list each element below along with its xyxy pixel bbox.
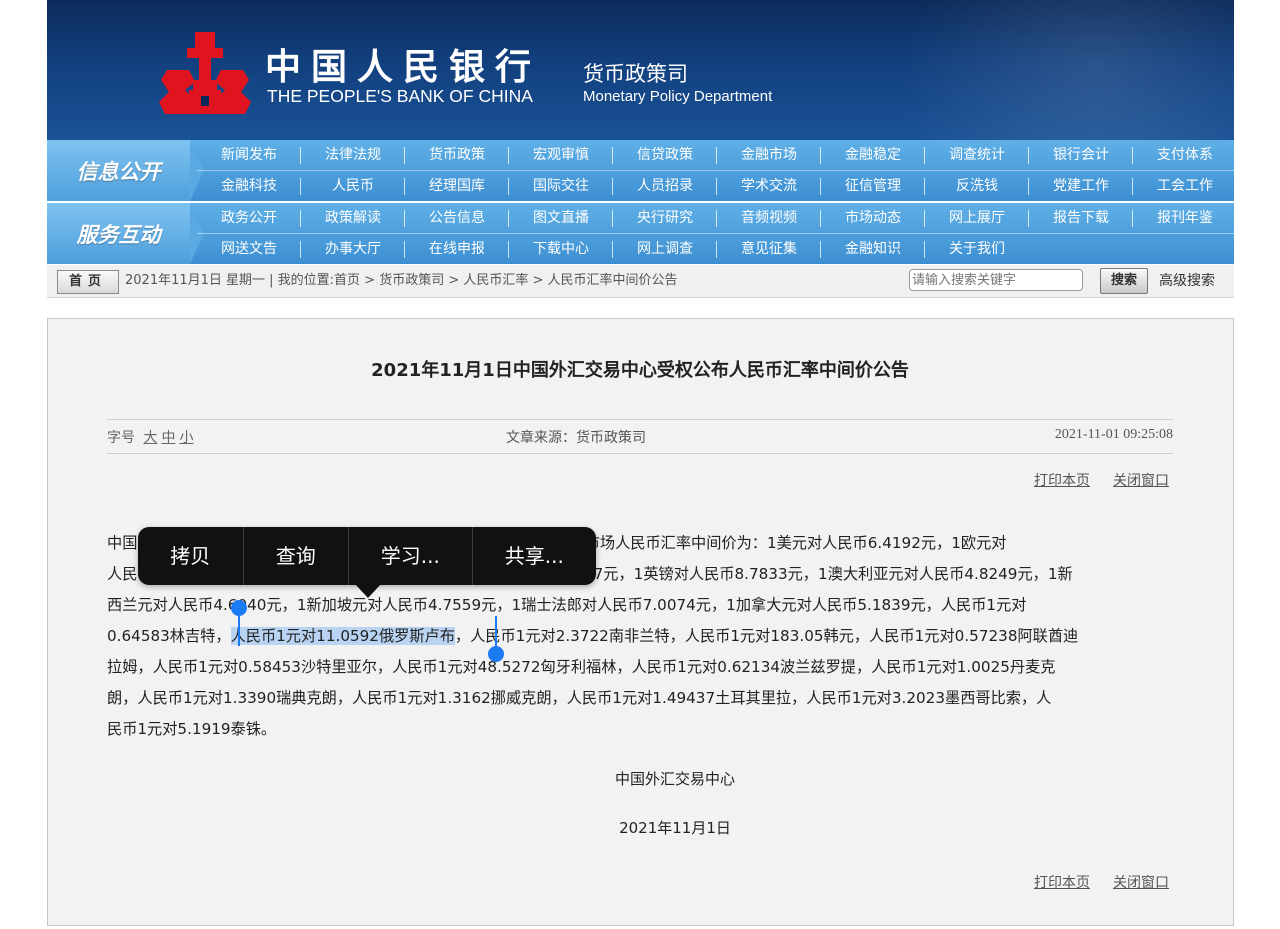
print-page-link[interactable]: 打印本页	[1034, 872, 1090, 892]
article-date: 2021-11-01 09:25:08	[1054, 427, 1173, 442]
department-name-cn: 货币政策司	[583, 62, 688, 86]
home-button[interactable]: 首页	[57, 270, 119, 294]
breadcrumb: 2021年11月1日 星期一 | 我的位置:首页 > 货币政策司 > 人民币汇率…	[125, 273, 678, 288]
nav-item[interactable]: 网送文告	[197, 234, 301, 264]
nav-item[interactable]: 意见征集	[717, 234, 821, 264]
learn-menu-item[interactable]: 学习...	[349, 527, 473, 585]
nav-item[interactable]: 支付体系	[1133, 140, 1237, 170]
body-line: 0.64583林吉特，人民币1元对11.0592俄罗斯卢布，人民币1元对2.37…	[107, 621, 1173, 652]
divider	[107, 453, 1173, 454]
nav-item[interactable]: 国际交往	[509, 171, 613, 201]
bank-name-cn: 中国人民银行	[265, 46, 542, 88]
nav-item[interactable]: 网上展厅	[925, 203, 1029, 233]
selection-end-knob[interactable]	[488, 646, 504, 662]
signature-organization: 中国外汇交易中心	[614, 770, 735, 788]
text-selection-menu: 拷贝 查询 学习... 共享...	[138, 527, 596, 598]
nav-item[interactable]: 金融市场	[717, 140, 821, 170]
nav-item[interactable]: 关于我们	[925, 234, 1029, 264]
nav-item[interactable]: 报告下载	[1029, 203, 1133, 233]
nav-item[interactable]: 法律法规	[301, 140, 405, 170]
selection-start-handle[interactable]	[238, 612, 240, 646]
nav-row: 金融科技 人民币 经理国库 国际交往 人员招录 学术交流 征信管理 反洗钱 党建工作 工会工作	[197, 171, 1237, 201]
header-banner: 中国人民银行 THE PEOPLE'S BANK OF CHINA 货币政策司 …	[47, 0, 1234, 140]
nav-item[interactable]: 金融知识	[821, 234, 925, 264]
search-input[interactable]	[909, 269, 1083, 291]
nav-item[interactable]: 调查统计	[925, 140, 1029, 170]
nav-item[interactable]: 信贷政策	[613, 140, 717, 170]
pboc-logo-icon	[159, 32, 251, 114]
nav-item[interactable]: 宏观审慎	[509, 140, 613, 170]
font-size-control: 字号 大中小	[107, 427, 193, 447]
nav-service-interaction: 服务互动 政务公开 政策解读 公告信息 图文直播 央行研究 音频视频 市场动态 网上展厅 报告下…	[47, 203, 1234, 264]
nav-item[interactable]: 政策解读	[301, 203, 405, 233]
divider	[107, 419, 1173, 420]
close-window-link[interactable]: 关闭窗口	[1113, 872, 1169, 892]
font-size-small[interactable]: 小	[179, 430, 193, 446]
nav-item[interactable]: 经理国库	[405, 171, 509, 201]
signature-date: 2021年11月1日	[619, 819, 731, 837]
selected-text[interactable]: 人民币1元对11.0592俄罗斯卢布	[230, 627, 455, 645]
nav-item[interactable]: 人民币	[301, 171, 405, 201]
nav-item[interactable]: 人员招录	[613, 171, 717, 201]
nav-item[interactable]: 党建工作	[1029, 171, 1133, 201]
nav-item[interactable]: 音频视频	[717, 203, 821, 233]
nav-item[interactable]: 货币政策	[405, 140, 509, 170]
nav-item[interactable]: 办事大厅	[301, 234, 405, 264]
nav-section-title: 服务互动	[47, 203, 204, 264]
search-button[interactable]: 搜索	[1100, 268, 1148, 294]
font-size-medium[interactable]: 中	[161, 430, 175, 446]
nav-item[interactable]: 银行会计	[1029, 140, 1133, 170]
lookup-menu-item[interactable]: 查询	[244, 527, 350, 585]
nav-item[interactable]: 央行研究	[613, 203, 717, 233]
nav-row: 政务公开 政策解读 公告信息 图文直播 央行研究 音频视频 市场动态 网上展厅 报告下载 报刊年鉴	[197, 203, 1237, 233]
close-window-link[interactable]: 关闭窗口	[1113, 470, 1169, 490]
share-menu-item[interactable]: 共享...	[473, 527, 596, 585]
selection-end-handle[interactable]	[495, 616, 497, 650]
nav-item[interactable]: 学术交流	[717, 171, 821, 201]
body-line: 民币1元对5.1919泰铢。	[107, 720, 277, 738]
nav-item[interactable]: 下载中心	[509, 234, 613, 264]
nav-item[interactable]: 报刊年鉴	[1133, 203, 1237, 233]
body-line: 朗，人民币1元对1.3390瑞典克朗，人民币1元对1.3162挪威克朗，人民币1…	[107, 689, 1052, 707]
nav-item[interactable]: 新闻发布	[197, 140, 301, 170]
nav-item[interactable]: 金融稳定	[821, 140, 925, 170]
copy-menu-item[interactable]: 拷贝	[138, 527, 244, 585]
print-page-link[interactable]: 打印本页	[1034, 470, 1090, 490]
nav-item[interactable]: 工会工作	[1133, 171, 1237, 201]
nav-item[interactable]: 在线申报	[405, 234, 509, 264]
font-size-large[interactable]: 大	[143, 430, 157, 446]
nav-item[interactable]: 金融科技	[197, 171, 301, 201]
font-size-label: 字号	[107, 430, 135, 446]
department-name-en: Monetary Policy Department	[583, 88, 773, 105]
body-line: 西兰元对人民币4.6040元，1新加坡元对人民币4.7559元，1瑞士法郎对人民…	[107, 596, 1027, 614]
article-title: 2021年11月1日中国外汇交易中心受权公布人民币汇率中间价公告	[371, 360, 909, 381]
nav-section-title: 信息公开	[47, 140, 204, 201]
body-text-segment: 0.64583林吉特，	[107, 627, 231, 645]
body-text-segment: ，人民币1元对2.3722南非兰特，人民币1元对183.05韩元，人民币1元对0…	[454, 627, 1079, 645]
nav-row: 新闻发布 法律法规 货币政策 宏观审慎 信贷政策 金融市场 金融稳定 调查统计 银行会计 支付体系	[197, 140, 1237, 170]
selection-start-knob[interactable]	[231, 600, 247, 616]
nav-item[interactable]: 征信管理	[821, 171, 925, 201]
advanced-search-link[interactable]: 高级搜索	[1159, 265, 1215, 297]
article-source: 文章来源：货币政策司	[506, 430, 646, 446]
nav-item[interactable]: 政务公开	[197, 203, 301, 233]
nav-item[interactable]: 反洗钱	[925, 171, 1029, 201]
breadcrumb-bar: 首页 2021年11月1日 星期一 | 我的位置:首页 > 货币政策司 > 人民…	[47, 265, 1234, 298]
nav-item[interactable]: 图文直播	[509, 203, 613, 233]
nav-item[interactable]: 网上调查	[613, 234, 717, 264]
nav-row: 网送文告 办事大厅 在线申报 下载中心 网上调查 意见征集 金融知识 关于我们	[197, 234, 1029, 264]
nav-item[interactable]: 市场动态	[821, 203, 925, 233]
nav-item[interactable]: 公告信息	[405, 203, 509, 233]
body-line: 拉姆，人民币1元对0.58453沙特里亚尔，人民币1元对48.5272匈牙利福林…	[107, 658, 1056, 676]
bank-name-en: THE PEOPLE'S BANK OF CHINA	[267, 86, 533, 106]
nav-info-public: 信息公开 新闻发布 法律法规 货币政策 宏观审慎 信贷政策 金融市场 金融稳定 调查统计 银行会…	[47, 140, 1234, 201]
